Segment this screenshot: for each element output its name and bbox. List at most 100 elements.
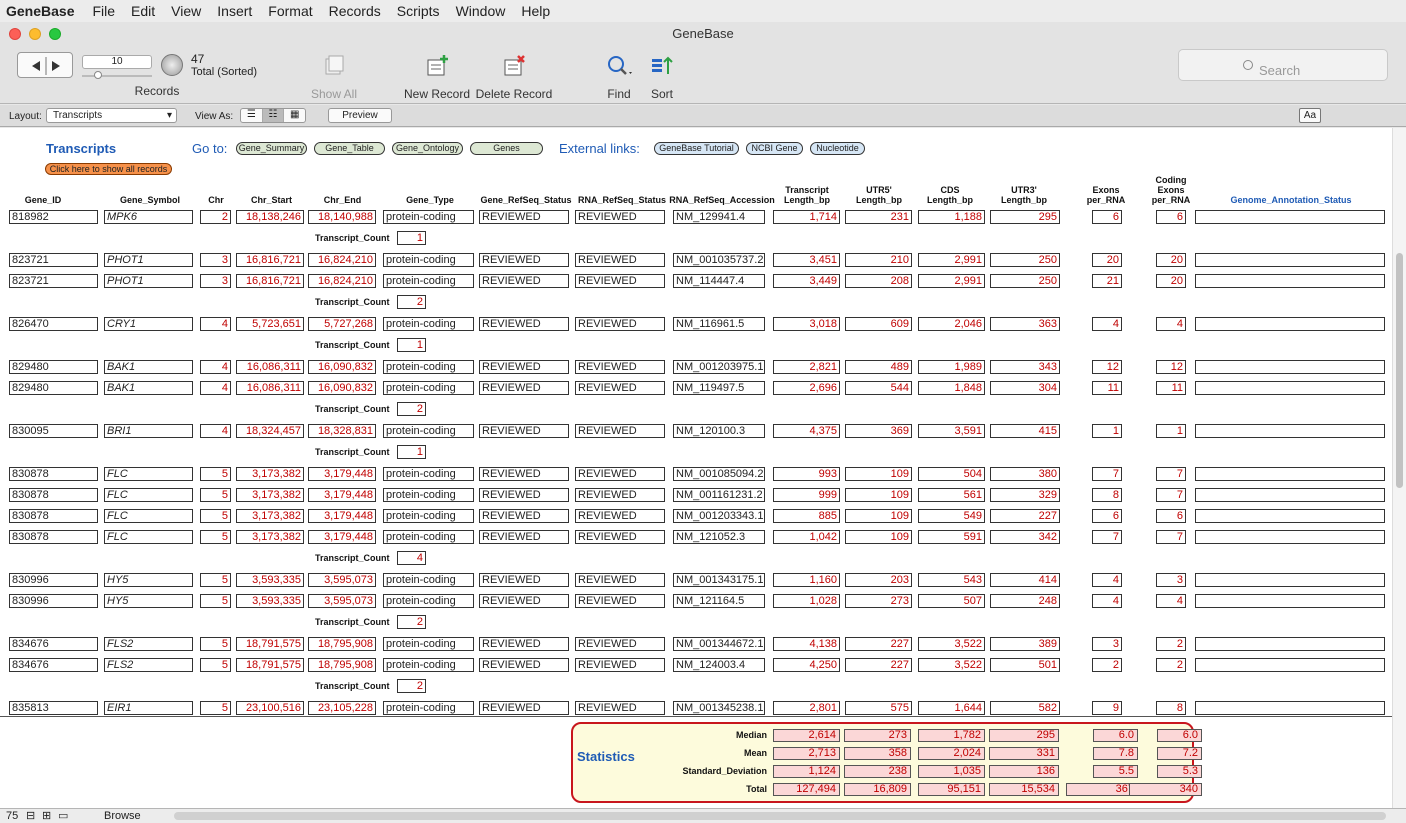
rna-refseq-status-field[interactable]: REVIEWED [575, 594, 665, 608]
utr3-length-field[interactable]: 342 [990, 530, 1060, 544]
exons-per-rna-field[interactable]: 6 [1092, 210, 1122, 224]
layout-select[interactable]: Transcripts ▾ [46, 108, 177, 123]
chr-end-field[interactable]: 3,179,448 [308, 488, 376, 502]
genome-annotation-status-field[interactable] [1195, 381, 1385, 395]
rna-refseq-accession-field[interactable]: NM_116961.5 [673, 317, 765, 331]
gene-symbol-field[interactable]: FLS2 [104, 658, 193, 672]
gene-type-field[interactable]: protein-coding [383, 530, 474, 544]
rna-refseq-accession-field[interactable]: NM_119497.5 [673, 381, 765, 395]
chr-field[interactable]: 5 [200, 637, 231, 651]
exons-per-rna-field[interactable]: 2 [1092, 658, 1122, 672]
chr-end-field[interactable]: 16,824,210 [308, 253, 376, 267]
coding-exons-per-rna-field[interactable]: 4 [1156, 594, 1186, 608]
rna-refseq-accession-field[interactable]: NM_120100.3 [673, 424, 765, 438]
rna-refseq-status-field[interactable]: REVIEWED [575, 317, 665, 331]
chr-end-field[interactable]: 3,179,448 [308, 509, 376, 523]
sort-button[interactable]: Sort [646, 54, 678, 101]
utr3-length-field[interactable]: 227 [990, 509, 1060, 523]
transcript-length-field[interactable]: 1,042 [773, 530, 840, 544]
cds-length-field[interactable]: 504 [918, 467, 985, 481]
chr-field[interactable]: 4 [200, 381, 231, 395]
gene-id-field[interactable]: 826470 [9, 317, 98, 331]
record-nav-book[interactable] [17, 52, 73, 78]
chr-end-field[interactable]: 16,824,210 [308, 274, 376, 288]
gene-refseq-status-field[interactable]: REVIEWED [479, 701, 569, 715]
cds-length-field[interactable]: 1,989 [918, 360, 985, 374]
rna-refseq-accession-field[interactable]: NM_001203343.1 [673, 509, 765, 523]
zoom-level[interactable]: 75 [6, 810, 18, 822]
gene-refseq-status-field[interactable]: REVIEWED [479, 530, 569, 544]
gene-refseq-status-field[interactable]: REVIEWED [479, 467, 569, 481]
genome-annotation-status-field[interactable] [1195, 317, 1385, 331]
zoom-in-icon[interactable]: ⊞ [42, 809, 51, 822]
chr-start-field[interactable]: 3,173,382 [236, 509, 304, 523]
chr-end-field[interactable]: 5,727,268 [308, 317, 376, 331]
chr-start-field[interactable]: 3,173,382 [236, 530, 304, 544]
view-as-list-icon[interactable]: ☷ [262, 109, 285, 122]
menu-scripts[interactable]: Scripts [389, 3, 448, 19]
gene-refseq-status-field[interactable]: REVIEWED [479, 509, 569, 523]
gene-symbol-field[interactable]: HY5 [104, 594, 193, 608]
cds-length-field[interactable]: 2,046 [918, 317, 985, 331]
utr5-length-field[interactable]: 203 [845, 573, 912, 587]
chr-field[interactable]: 4 [200, 424, 231, 438]
exons-per-rna-field[interactable]: 1 [1092, 424, 1122, 438]
gene-id-field[interactable]: 823721 [9, 253, 98, 267]
chr-end-field[interactable]: 18,140,988 [308, 210, 376, 224]
utr3-length-field[interactable]: 380 [990, 467, 1060, 481]
transcript-length-field[interactable]: 885 [773, 509, 840, 523]
exons-per-rna-field[interactable]: 12 [1092, 360, 1122, 374]
chr-field[interactable]: 2 [200, 210, 231, 224]
gene-refseq-status-field[interactable]: REVIEWED [479, 253, 569, 267]
coding-exons-per-rna-field[interactable]: 20 [1156, 274, 1186, 288]
menu-file[interactable]: File [84, 3, 123, 19]
close-window-button[interactable] [9, 28, 21, 40]
chr-end-field[interactable]: 18,795,908 [308, 658, 376, 672]
transcript-count-field[interactable]: 2 [397, 402, 426, 416]
utr5-length-field[interactable]: 109 [845, 530, 912, 544]
cds-length-field[interactable]: 3,522 [918, 658, 985, 672]
utr5-length-field[interactable]: 489 [845, 360, 912, 374]
exons-per-rna-field[interactable]: 4 [1092, 573, 1122, 587]
chr-field[interactable]: 4 [200, 317, 231, 331]
cds-length-field[interactable]: 2,991 [918, 274, 985, 288]
gene-type-field[interactable]: protein-coding [383, 658, 474, 672]
transcript-count-field[interactable]: 1 [397, 231, 426, 245]
delete-record-button[interactable]: Delete Record [474, 54, 554, 101]
genome-annotation-status-field[interactable] [1195, 253, 1385, 267]
mode-indicator[interactable]: Browse [104, 810, 141, 822]
utr3-length-field[interactable]: 248 [990, 594, 1060, 608]
chr-start-field[interactable]: 16,086,311 [236, 381, 304, 395]
gene-symbol-field[interactable]: HY5 [104, 573, 193, 587]
cds-length-field[interactable]: 591 [918, 530, 985, 544]
exons-per-rna-field[interactable]: 8 [1092, 488, 1122, 502]
record-slider[interactable] [82, 75, 152, 77]
chr-field[interactable]: 5 [200, 701, 231, 715]
chr-start-field[interactable]: 3,593,335 [236, 573, 304, 587]
gene-type-field[interactable]: protein-coding [383, 381, 474, 395]
cds-length-field[interactable]: 549 [918, 509, 985, 523]
utr3-length-field[interactable]: 414 [990, 573, 1060, 587]
chr-end-field[interactable]: 3,179,448 [308, 530, 376, 544]
coding-exons-per-rna-field[interactable]: 2 [1156, 637, 1186, 651]
coding-exons-per-rna-field[interactable]: 20 [1156, 253, 1186, 267]
rna-refseq-accession-field[interactable]: NM_121052.3 [673, 530, 765, 544]
transcript-count-field[interactable]: 1 [397, 445, 426, 459]
rna-refseq-accession-field[interactable]: NM_001085094.2 [673, 467, 765, 481]
utr5-length-field[interactable]: 227 [845, 658, 912, 672]
gene-id-field[interactable]: 829480 [9, 360, 98, 374]
genome-annotation-status-field[interactable] [1195, 210, 1385, 224]
gene-refseq-status-field[interactable]: REVIEWED [479, 594, 569, 608]
genebase-tutorial-link[interactable]: GeneBase Tutorial [654, 142, 739, 155]
rna-refseq-status-field[interactable]: REVIEWED [575, 509, 665, 523]
chr-field[interactable]: 5 [200, 467, 231, 481]
chr-field[interactable]: 5 [200, 594, 231, 608]
chr-start-field[interactable]: 16,816,721 [236, 253, 304, 267]
gene-type-field[interactable]: protein-coding [383, 637, 474, 651]
gene-type-field[interactable]: protein-coding [383, 274, 474, 288]
utr5-length-field[interactable]: 369 [845, 424, 912, 438]
gene-id-field[interactable]: 834676 [9, 637, 98, 651]
find-button[interactable]: Find [600, 54, 638, 101]
gene-type-field[interactable]: protein-coding [383, 360, 474, 374]
coding-exons-per-rna-field[interactable]: 6 [1156, 509, 1186, 523]
